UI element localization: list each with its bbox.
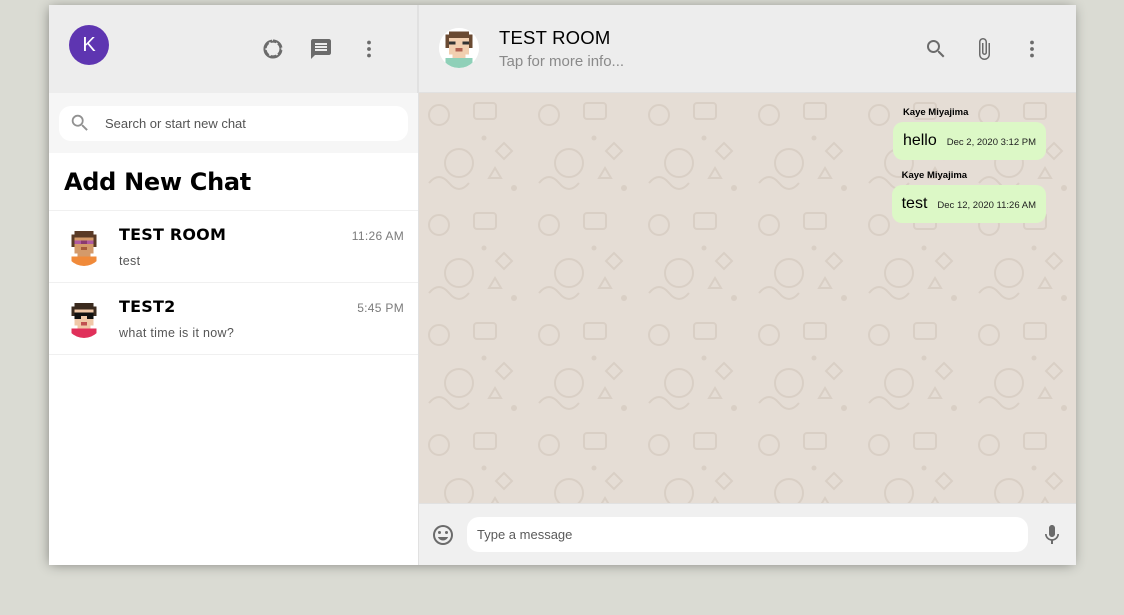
- message: Kaye Miyajima hello Dec 2, 2020 3:12 PM: [892, 107, 1046, 160]
- chat-header: TEST ROOM Tap for more info...: [419, 5, 1076, 93]
- message-input-box: [467, 517, 1028, 552]
- message-sender: Kaye Miyajima: [901, 170, 968, 181]
- chat-search-button[interactable]: [912, 25, 960, 73]
- room-subtitle: Tap for more info...: [499, 53, 625, 70]
- room-info[interactable]: TEST ROOM Tap for more info...: [499, 27, 912, 70]
- mic-icon[interactable]: [1040, 523, 1064, 547]
- attach-button[interactable]: [960, 25, 1008, 73]
- sidebar-search-bar: [49, 93, 418, 153]
- sidebar-header: K: [49, 5, 418, 93]
- user-avatar[interactable]: K: [69, 25, 109, 65]
- message-bubble[interactable]: test Dec 12, 2020 11:26 AM: [891, 185, 1046, 223]
- chat-list-item[interactable]: TEST ROOM 11:26 AM test: [49, 211, 418, 283]
- chat-menu-button[interactable]: [1008, 25, 1056, 73]
- message-composer: [419, 503, 1076, 565]
- chat-avatar: [65, 299, 103, 338]
- app-window: K Search or start new chat Add New Chat …: [49, 5, 1076, 565]
- status-button[interactable]: [249, 25, 297, 73]
- room-title: TEST ROOM: [499, 27, 611, 48]
- search-icon: [71, 114, 88, 131]
- message-timestamp: Dec 2, 2020 3:12 PM: [946, 137, 1036, 148]
- sidebar-menu-button[interactable]: [345, 25, 393, 73]
- message-timestamp: Dec 12, 2020 11:26 AM: [937, 200, 1036, 211]
- chat-last-message: what time is it now?: [119, 326, 235, 340]
- chat-time: 5:45 PM: [357, 301, 404, 315]
- more-vert-icon: [1030, 40, 1034, 57]
- chat-last-message: test: [119, 254, 141, 268]
- new-chat-button[interactable]: [297, 25, 345, 73]
- message-text: hello: [902, 132, 937, 149]
- chat-info: TEST2 5:45 PM what time is it now?: [119, 297, 404, 340]
- message-list: Kaye Miyajima hello Dec 2, 2020 3:12 PM …: [449, 107, 1046, 233]
- search-icon: [927, 39, 945, 57]
- chat-list: Add New Chat TEST ROOM 11:26 AM test TES…: [49, 153, 418, 565]
- message-sender: Kaye Miyajima: [902, 107, 969, 118]
- more-vert-icon: [367, 40, 371, 58]
- room-avatar[interactable]: [439, 27, 479, 68]
- search-input[interactable]: [105, 115, 408, 131]
- chat-pane: TEST ROOM Tap for more info... Kaye Miya…: [419, 5, 1076, 565]
- message-bubble[interactable]: hello Dec 2, 2020 3:12 PM: [892, 122, 1046, 160]
- message-text: test: [901, 195, 928, 212]
- emoji-icon[interactable]: [431, 523, 455, 547]
- sidebar: K Search or start new chat Add New Chat …: [49, 5, 419, 565]
- chat-list-item[interactable]: TEST2 5:45 PM what time is it now?: [49, 283, 418, 355]
- chat-header-actions: [912, 25, 1056, 73]
- chat-time: 11:26 AM: [351, 229, 404, 243]
- message: Kaye Miyajima test Dec 12, 2020 11:26 AM: [891, 170, 1046, 223]
- add-new-chat[interactable]: Add New Chat: [49, 153, 418, 211]
- message-icon: [311, 39, 331, 59]
- chat-info: TEST ROOM 11:26 AM test: [119, 225, 404, 268]
- sidebar-header-actions: [249, 25, 393, 73]
- chat-name: TEST ROOM: [119, 225, 227, 244]
- search-box: [59, 105, 408, 141]
- attach-icon: [979, 37, 990, 60]
- chat-name: TEST2: [119, 297, 176, 316]
- chat-avatar: [65, 227, 103, 266]
- message-input[interactable]: [477, 527, 1018, 542]
- message-area: Kaye Miyajima hello Dec 2, 2020 3:12 PM …: [419, 93, 1076, 503]
- status-ring-icon: [263, 39, 283, 59]
- add-new-chat-label: Add New Chat: [64, 167, 251, 196]
